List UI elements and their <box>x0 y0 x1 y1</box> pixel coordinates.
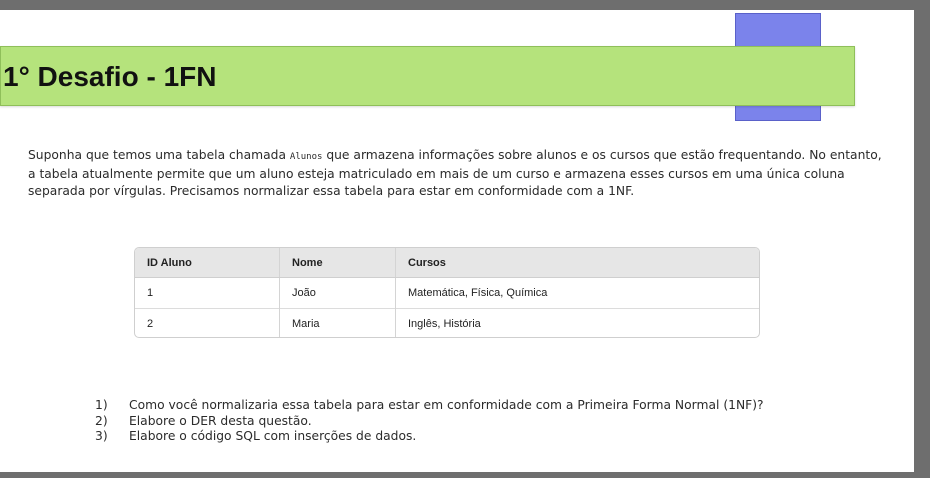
alunos-table: ID Aluno Nome Cursos 1 João Matemática, … <box>134 247 760 338</box>
list-item: 2) Elabore o DER desta questão. <box>95 414 775 430</box>
cell-nome: Maria <box>279 308 396 337</box>
cell-cursos: Matemática, Física, Química <box>408 287 548 299</box>
list-item: 1) Como você normalizaria essa tabela pa… <box>95 398 775 414</box>
table-row: 2 Maria Inglês, História <box>135 308 759 337</box>
cell-id: 2 <box>135 308 280 337</box>
question-text: Elabore o código SQL com inserções de da… <box>129 429 417 443</box>
cell-nome: João <box>279 277 396 309</box>
intro-text-before: Suponha que temos uma tabela chamada <box>28 148 290 162</box>
question-number: 1) <box>95 398 108 412</box>
table-row: 1 João Matemática, Física, Química <box>135 277 759 309</box>
header-nome: Nome <box>279 248 396 278</box>
question-number: 3) <box>95 429 108 443</box>
question-list: 1) Como você normalizaria essa tabela pa… <box>95 398 775 445</box>
cell-id: 1 <box>135 277 280 309</box>
question-text: Elabore o DER desta questão. <box>129 413 312 428</box>
title-banner: 1° Desafio - 1FN <box>0 46 855 106</box>
header-id-aluno: ID Aluno <box>135 248 280 278</box>
intro-paragraph: Suponha que temos uma tabela chamada Alu… <box>28 147 888 200</box>
header-cursos: Cursos <box>395 248 759 278</box>
slide-title: 1° Desafio - 1FN <box>3 61 217 92</box>
question-number: 2) <box>95 413 108 428</box>
table-header-row: ID Aluno Nome Cursos <box>135 248 759 278</box>
table-name-code: Alunos <box>289 152 323 162</box>
cell-cursos: Inglês, História <box>395 308 759 337</box>
question-text: Como você normalizaria essa tabela para … <box>129 398 764 412</box>
slide: 1° Desafio - 1FN Suponha que temos uma t… <box>0 10 914 472</box>
list-item: 3) Elabore o código SQL com inserções de… <box>95 429 775 445</box>
